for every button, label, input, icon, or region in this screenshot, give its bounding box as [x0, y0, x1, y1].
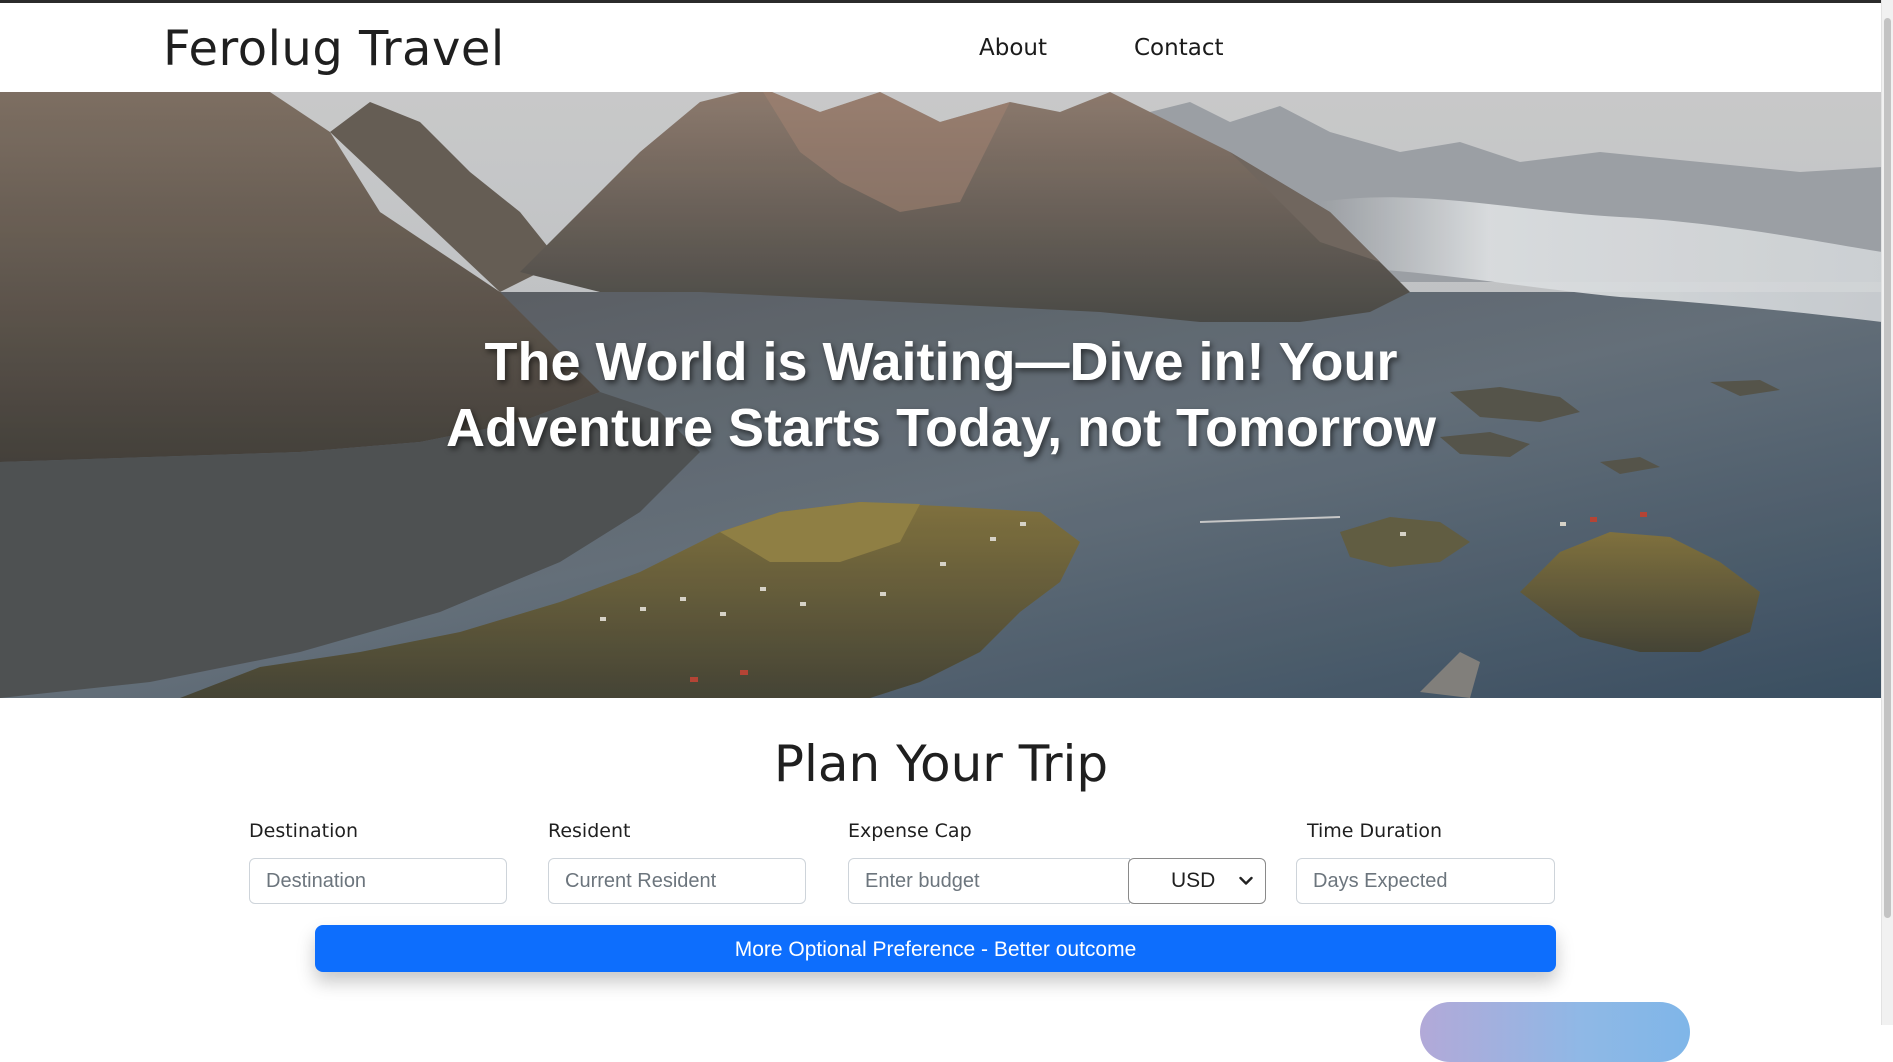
- currency-select[interactable]: USD: [1128, 858, 1266, 904]
- destination-label: Destination: [249, 820, 359, 842]
- budget-input[interactable]: [848, 858, 1130, 904]
- brand-logo[interactable]: Ferolug Travel: [163, 21, 505, 77]
- scrollbar-thumb[interactable]: [1884, 18, 1891, 918]
- time-duration-label: Time Duration: [1307, 820, 1443, 842]
- nav-link-contact[interactable]: Contact: [1134, 35, 1223, 61]
- plan-title: Plan Your Trip: [773, 735, 1109, 793]
- expense-cap-label: Expense Cap: [848, 820, 972, 842]
- days-expected-input[interactable]: [1296, 858, 1555, 904]
- currency-selected-value: USD: [1171, 869, 1216, 892]
- page-scrollbar[interactable]: [1881, 0, 1893, 1025]
- optional-preference-button[interactable]: More Optional Preference - Better outcom…: [315, 925, 1556, 972]
- chevron-down-icon: [1239, 876, 1253, 885]
- nav-link-about[interactable]: About: [979, 35, 1047, 61]
- gradient-action-button[interactable]: [1420, 1002, 1690, 1062]
- hero-headline: The World is Waiting—Dive in! Your Adven…: [441, 329, 1441, 461]
- navbar: Ferolug Travel About Contact: [0, 3, 1882, 92]
- destination-input[interactable]: [249, 858, 507, 904]
- hero-banner: The World is Waiting—Dive in! Your Adven…: [0, 92, 1882, 698]
- hero-headline-line1: The World is Waiting—Dive in! Your: [484, 332, 1398, 392]
- resident-input[interactable]: [548, 858, 806, 904]
- resident-label: Resident: [548, 820, 631, 842]
- hero-headline-line2: Adventure Starts Today, not Tomorrow: [445, 398, 1437, 458]
